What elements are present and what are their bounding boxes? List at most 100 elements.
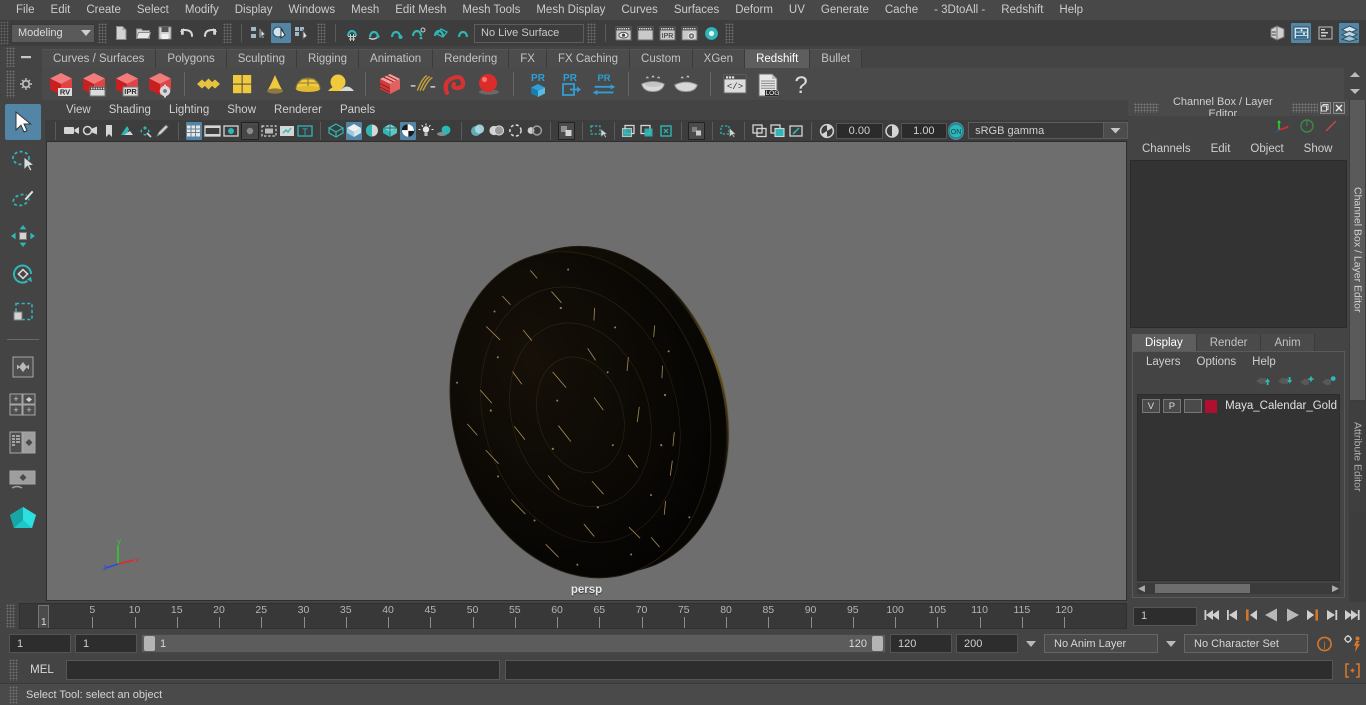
lasso-select-tool-icon[interactable] bbox=[5, 142, 41, 178]
move-tool-icon[interactable] bbox=[5, 218, 41, 254]
current-time-indicator[interactable]: 1 bbox=[38, 605, 49, 628]
screen-space-ambient-occlusion-icon[interactable] bbox=[469, 122, 486, 140]
rs-bake-icon[interactable] bbox=[638, 70, 668, 99]
shelf-tab-xgen[interactable]: XGen bbox=[692, 49, 746, 68]
new-layer-icon[interactable] bbox=[1299, 375, 1314, 390]
snap-to-grid-icon[interactable] bbox=[343, 23, 363, 43]
live-surface-field[interactable]: No Live Surface bbox=[474, 23, 584, 43]
hypershade-icon[interactable] bbox=[701, 23, 721, 43]
menu-redshift[interactable]: Redshift bbox=[993, 1, 1051, 19]
shelf-tab-fx-caching[interactable]: FX Caching bbox=[546, 49, 631, 68]
step-forward-frame-icon[interactable] bbox=[1304, 607, 1321, 626]
scale-icon[interactable] bbox=[1323, 118, 1339, 137]
single-persp-layout-icon[interactable] bbox=[5, 463, 41, 499]
layer-visibility-toggle[interactable]: V bbox=[1142, 399, 1160, 413]
rs-ambient-occlusion-icon[interactable] bbox=[260, 70, 290, 99]
render-sequence-icon[interactable] bbox=[635, 23, 655, 43]
menu-display[interactable]: Display bbox=[227, 1, 281, 19]
layer-menu-options[interactable]: Options bbox=[1190, 355, 1244, 369]
shelf-tab-rendering[interactable]: Rendering bbox=[433, 49, 510, 68]
gate-mask-icon[interactable] bbox=[240, 121, 259, 140]
shade-selected-items-icon[interactable] bbox=[364, 122, 380, 140]
character-set-selector[interactable]: No Character Set bbox=[1184, 634, 1308, 653]
grid-icon[interactable] bbox=[185, 121, 202, 140]
move-layer-up-icon[interactable] bbox=[1255, 375, 1271, 390]
shelf-tab-animation[interactable]: Animation bbox=[359, 49, 434, 68]
viewport-menu-view[interactable]: View bbox=[57, 102, 100, 118]
menu-edit-mesh[interactable]: Edit Mesh bbox=[387, 1, 454, 19]
rs-environment-icon[interactable] bbox=[326, 70, 356, 99]
side-tab-attribute-editor[interactable]: Attribute Editor bbox=[1350, 402, 1365, 512]
show-hide-tool-settings-icon[interactable] bbox=[1315, 23, 1335, 43]
viewport-render-region-icon[interactable] bbox=[688, 121, 706, 140]
show-hide-channel-box-icon[interactable] bbox=[1339, 23, 1359, 43]
layer-display-type-toggle[interactable] bbox=[1183, 399, 1202, 413]
persp-outliner-layout-icon[interactable] bbox=[5, 425, 41, 461]
auto-keyframe-icon[interactable]: | bbox=[1312, 634, 1336, 653]
shelf-icons-grip[interactable] bbox=[5, 70, 15, 98]
move-layer-down-icon[interactable] bbox=[1277, 375, 1293, 390]
shelf-tab-sculpting[interactable]: Sculpting bbox=[226, 49, 298, 68]
animation-preferences-icon[interactable] bbox=[1340, 634, 1366, 654]
layer-tab-display[interactable]: Display bbox=[1132, 334, 1197, 351]
snap-to-live-surface-icon[interactable] bbox=[453, 23, 473, 43]
snap-to-point-icon[interactable] bbox=[387, 23, 407, 43]
anim-layer-selector[interactable]: No Anim Layer bbox=[1044, 634, 1158, 653]
viewport-menu-panels[interactable]: Panels bbox=[331, 102, 384, 118]
rs-volume-icon[interactable] bbox=[441, 70, 471, 99]
menu-surfaces[interactable]: Surfaces bbox=[666, 1, 727, 19]
shelf-tab-fx[interactable]: FX bbox=[509, 49, 547, 68]
render-view-icon[interactable] bbox=[613, 23, 633, 43]
pr-proxy-icon[interactable]: PR bbox=[523, 70, 553, 99]
menu-deform[interactable]: Deform bbox=[727, 1, 781, 19]
paste-view-icon[interactable] bbox=[788, 122, 804, 140]
range-end-handle[interactable] bbox=[872, 636, 883, 651]
rs-hair-icon[interactable] bbox=[408, 70, 438, 99]
menu-mesh-display[interactable]: Mesh Display bbox=[528, 1, 613, 19]
layer-menu-layers[interactable]: Layers bbox=[1139, 355, 1188, 369]
rs-dome-light-icon[interactable] bbox=[293, 70, 323, 99]
current-frame-field[interactable]: 1 bbox=[1133, 606, 1197, 626]
xray-active-components-icon[interactable] bbox=[639, 122, 655, 140]
channel-box-menu-channels[interactable]: Channels bbox=[1134, 141, 1199, 157]
depth-of-field-icon[interactable] bbox=[526, 122, 543, 140]
panel-grip-left[interactable] bbox=[1134, 103, 1160, 113]
toolbar-grip-5[interactable] bbox=[725, 23, 734, 43]
isolate-select-icon[interactable] bbox=[557, 121, 575, 140]
viewport-menu-lighting[interactable]: Lighting bbox=[160, 102, 218, 118]
character-set-dropdown-arrow-icon[interactable] bbox=[1166, 640, 1176, 647]
rs-help-icon[interactable]: ? bbox=[786, 70, 816, 99]
play-backwards-icon[interactable] bbox=[1262, 607, 1281, 626]
select-tool-icon[interactable] bbox=[4, 104, 41, 140]
shelf-tab-bullet[interactable]: Bullet bbox=[810, 49, 863, 68]
wireframe-on-shaded-icon[interactable] bbox=[382, 122, 398, 140]
rotate-icon[interactable] bbox=[1299, 118, 1315, 137]
close-icon[interactable] bbox=[1333, 102, 1345, 114]
perspective-viewport[interactable]: y x z persp bbox=[46, 141, 1127, 601]
wireframe-icon[interactable] bbox=[327, 122, 344, 140]
step-back-keyframe-icon[interactable] bbox=[1224, 607, 1241, 626]
shelf-grip[interactable] bbox=[5, 47, 15, 67]
script-language-label[interactable]: MEL bbox=[23, 664, 61, 676]
resolution-gate-icon[interactable] bbox=[223, 122, 239, 140]
playback-end-time-field[interactable]: 120 bbox=[890, 634, 952, 653]
menu-mesh-tools[interactable]: Mesh Tools bbox=[454, 1, 528, 19]
scroll-left-icon[interactable]: ◀ bbox=[1137, 583, 1146, 594]
gamma-icon[interactable] bbox=[884, 122, 900, 140]
channel-box-menu-edit[interactable]: Edit bbox=[1203, 141, 1239, 157]
shelf-tab-menu-icon[interactable] bbox=[15, 50, 37, 64]
pr-export-icon[interactable]: PR bbox=[556, 70, 586, 99]
copy-view-icon[interactable] bbox=[770, 122, 786, 140]
toolbar-grip-3[interactable] bbox=[317, 23, 326, 43]
menu-modify[interactable]: Modify bbox=[177, 1, 227, 19]
menu-file[interactable]: File bbox=[8, 1, 43, 19]
redshift-ipr-icon[interactable]: IPR bbox=[112, 70, 142, 99]
show-hide-modeling-toolkit-icon[interactable] bbox=[1267, 23, 1287, 43]
menu-set-selector[interactable]: Modeling bbox=[11, 23, 95, 43]
play-forwards-icon[interactable] bbox=[1283, 607, 1302, 626]
camera-icon[interactable] bbox=[63, 122, 80, 140]
paint-select-tool-icon[interactable] bbox=[5, 180, 41, 216]
undo-icon[interactable] bbox=[177, 23, 197, 43]
shelf-scroll-up-icon[interactable] bbox=[1349, 69, 1361, 81]
toolbar-grip[interactable] bbox=[98, 23, 107, 43]
